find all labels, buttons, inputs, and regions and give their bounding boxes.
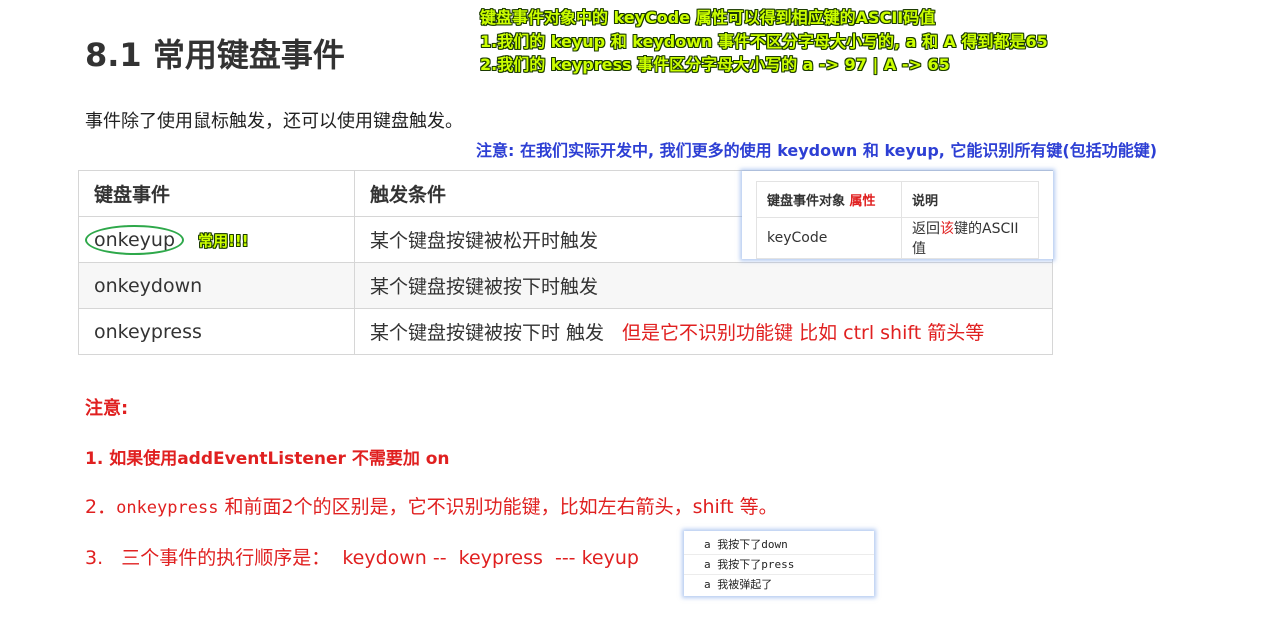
keycode-header-desc: 说明	[901, 181, 1039, 218]
header-prefix: 键盘事件对象	[767, 194, 850, 209]
keycode-row: keyCode 返回该键的ASCII 值	[756, 217, 1039, 259]
header-highlight: 属性	[849, 194, 876, 209]
note-item-2: 2．onkeypress 和前面2个的区别是，它不识别功能键，比如左右箭头，sh…	[85, 492, 778, 519]
table-row: onkeypress 某个键盘按键被按下时 触发 但是它不识别功能键 比如 ctr…	[78, 308, 1053, 355]
header-event: 键盘事件	[78, 170, 355, 217]
keycode-table: 键盘事件对象 属性 说明 keyCode 返回该键的ASCII 值	[756, 181, 1039, 259]
annotation-keypress: 2.我们的 keypress 事件区分字母大小写的 a -> 97 | A ->…	[480, 55, 950, 74]
common-tag: 常用!!!	[198, 231, 249, 250]
condition-cell: 某个键盘按键被按下时触发	[354, 262, 1053, 309]
note-item-3: 3. 三个事件的执行顺序是： keydown -- keypress --- k…	[85, 547, 639, 569]
annotation-keycode: 键盘事件对象中的 keyCode 属性可以得到相应键的ASCII码值	[480, 8, 936, 27]
table-row: onkeydown 某个键盘按键被按下时触发	[78, 262, 1053, 309]
note2-code: onkeypress	[116, 498, 219, 518]
page-title: 8.1 常用键盘事件	[85, 36, 345, 74]
note2-prefix: 2．	[85, 496, 117, 518]
condition-text: 某个键盘按键被按下时 触发	[370, 322, 605, 344]
desc-highlight: 该	[940, 221, 954, 237]
keycode-property: keyCode	[756, 217, 902, 259]
intro-text: 事件除了使用鼠标触发，还可以使用键盘触发。	[85, 111, 463, 132]
annotation-keyup-keydown: 1.我们的 keyup 和 keydown 事件不区分字母大小写的, a 和 A…	[480, 32, 1048, 51]
desc-prefix: 返回	[912, 221, 940, 237]
event-cell: onkeydown	[78, 262, 355, 309]
console-line: a 我按下了down	[684, 535, 874, 555]
keycode-desc: 返回该键的ASCII 值	[901, 217, 1039, 259]
keycode-header-property: 键盘事件对象 属性	[756, 181, 902, 218]
console-line: a 我被弹起了	[704, 578, 773, 591]
console-output-popup: a 我按下了down a 我按下了press a 我被弹起了	[684, 531, 874, 596]
keycode-header-row: 键盘事件对象 属性 说明	[756, 181, 1039, 218]
condition-extra-note: 但是它不识别功能键 比如 ctrl shift 箭头等	[622, 322, 985, 344]
keycode-popup: 键盘事件对象 属性 说明 keyCode 返回该键的ASCII 值	[742, 171, 1053, 259]
note2-suffix: 和前面2个的区别是，它不识别功能键，比如左右箭头，shift 等。	[218, 496, 778, 518]
note-item-1: 1. 如果使用addEventListener 不需要加 on	[85, 449, 450, 469]
event-cell: onkeypress	[78, 308, 355, 355]
event-name-circled: onkeyup	[85, 224, 185, 255]
annotation-dev-note: 注意: 在我们实际开发中, 我们更多的使用 keydown 和 keyup, 它…	[476, 141, 1158, 160]
notes-title: 注意:	[85, 398, 129, 419]
event-cell: onkeyup 常用!!!	[78, 216, 355, 263]
condition-cell: 某个键盘按键被按下时 触发 但是它不识别功能键 比如 ctrl shift 箭头等	[354, 308, 1053, 355]
console-line: a 我按下了press	[684, 555, 874, 575]
